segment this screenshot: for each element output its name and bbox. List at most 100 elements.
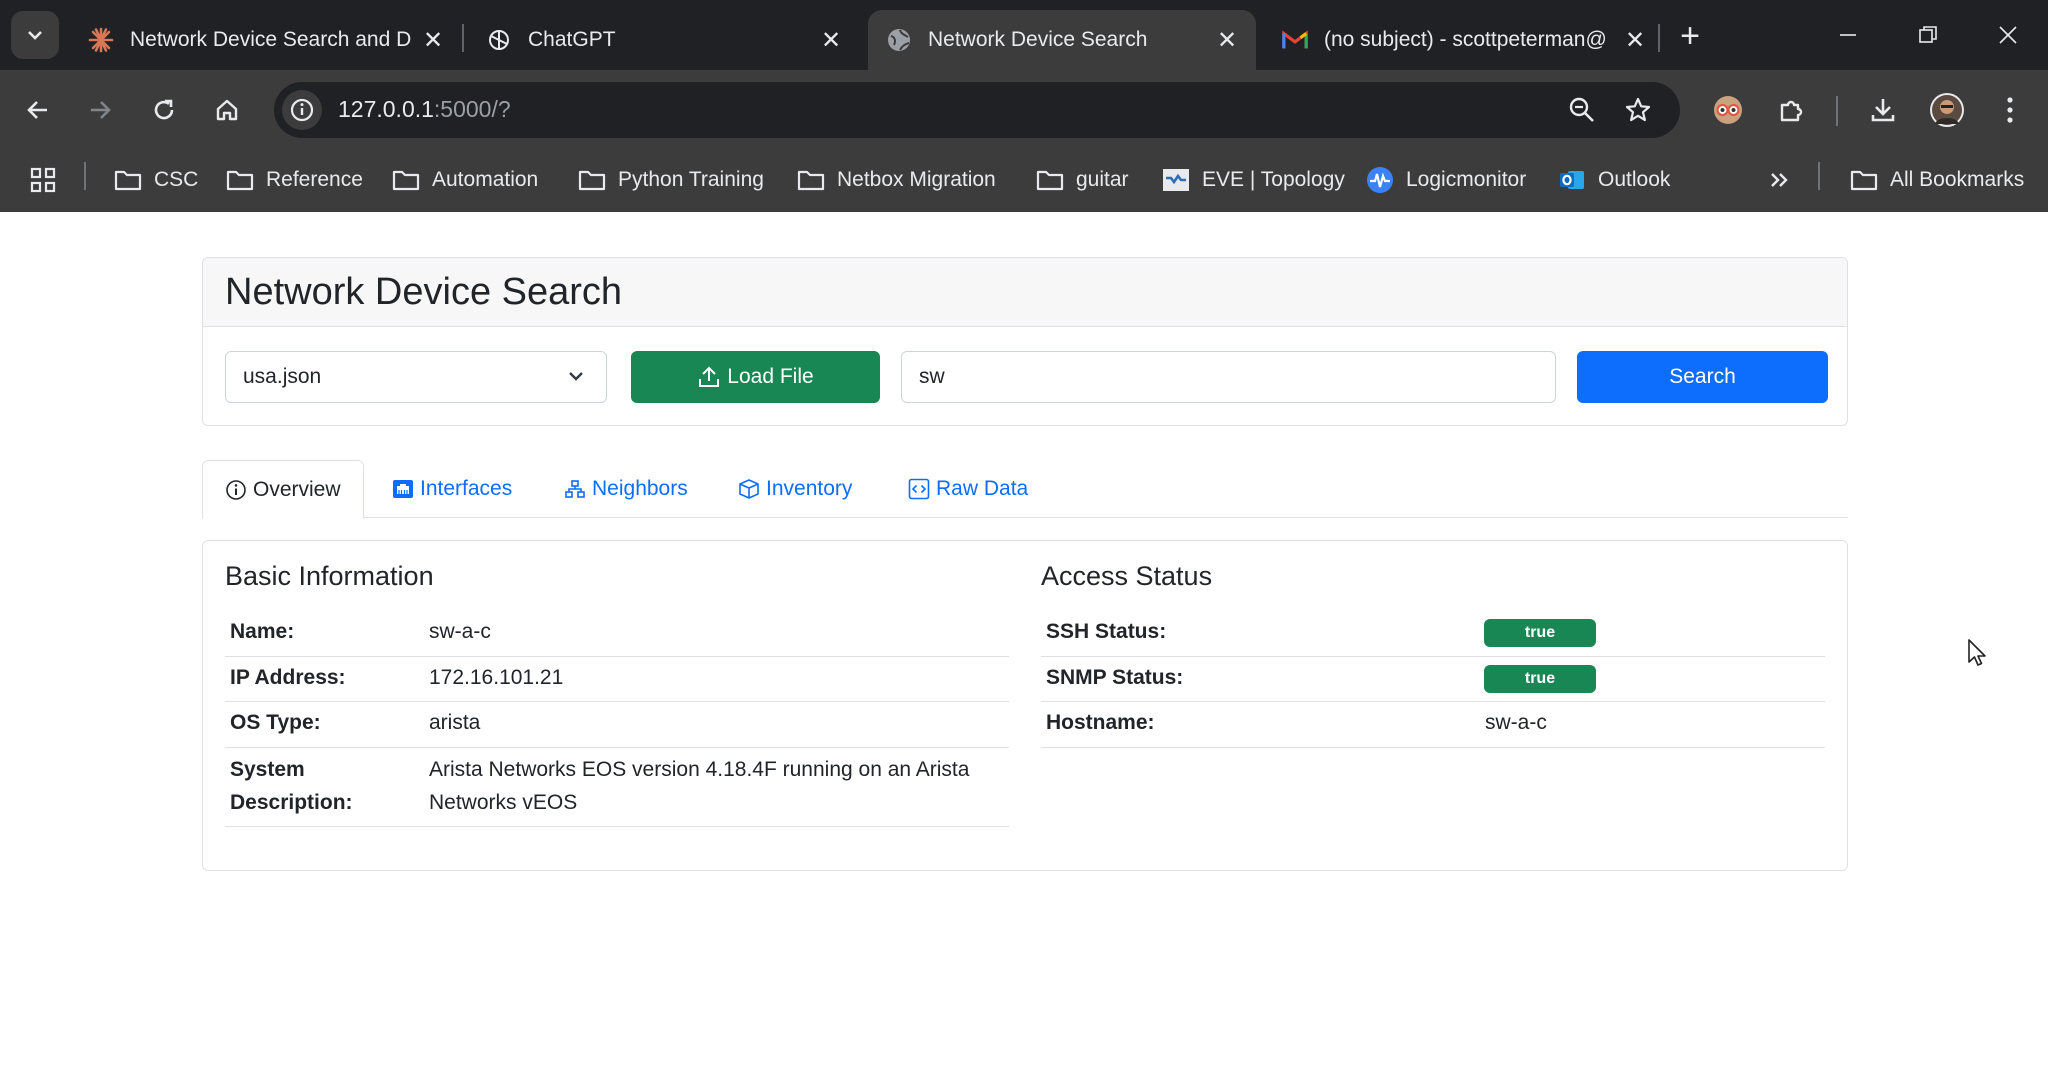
tab-label: Raw Data — [936, 477, 1029, 500]
tab-inventory[interactable]: Inventory — [716, 460, 874, 518]
info-label: Description: — [230, 791, 353, 814]
close-icon — [1999, 26, 2017, 44]
ethernet-icon — [393, 480, 413, 498]
forward-button[interactable] — [76, 86, 124, 134]
download-icon — [1871, 99, 1895, 122]
tab-label: Overview — [253, 477, 341, 501]
tab-raw-data[interactable]: Raw Data — [886, 460, 1050, 518]
tab-title: (no subject) - scottpeterman@ — [1324, 28, 1607, 51]
tab-title: Network Device Search — [928, 28, 1148, 51]
tab-interfaces[interactable]: Interfaces — [370, 460, 534, 518]
tab-title: Network Device Search and D — [130, 28, 412, 51]
bookmarks-divider — [1818, 162, 1820, 190]
bookmark-logicmonitor[interactable]: Logicmonitor — [1366, 164, 1526, 196]
info-label: IP Address: — [230, 666, 346, 689]
folder-icon — [392, 168, 420, 192]
load-file-label: Load File — [727, 365, 814, 388]
browser-tab-2[interactable]: ChatGPT ✕ — [468, 10, 860, 70]
bookmark-python-training[interactable]: Python Training — [578, 164, 764, 196]
bookmark-automation[interactable]: Automation — [392, 164, 538, 196]
status-label: Hostname: — [1046, 711, 1155, 734]
minimize-button[interactable] — [1818, 10, 1878, 60]
bookmark-outlook[interactable]: Outlook — [1558, 164, 1670, 196]
extensions-button[interactable] — [1767, 86, 1815, 134]
folder-icon — [578, 168, 606, 192]
bookmark-label: guitar — [1076, 168, 1129, 191]
bookmarks-divider — [84, 162, 86, 190]
info-value: arista — [429, 711, 481, 734]
close-icon[interactable]: ✕ — [418, 25, 448, 55]
home-button[interactable] — [203, 86, 251, 134]
zoom-icon[interactable] — [1564, 92, 1600, 128]
window-close-button[interactable] — [1978, 10, 2038, 60]
back-button[interactable] — [14, 86, 62, 134]
apps-grid-icon — [30, 167, 56, 193]
restore-button[interactable] — [1898, 10, 1958, 60]
bookmark-netbox-migration[interactable]: Netbox Migration — [797, 164, 996, 196]
new-tab-button[interactable]: + — [1672, 17, 1708, 55]
info-label: System — [230, 758, 305, 781]
diagram-icon — [565, 480, 585, 498]
info-icon — [226, 479, 246, 500]
tab-divider — [462, 24, 464, 52]
bookmark-csc[interactable]: CSC — [114, 164, 198, 196]
bookmark-label: CSC — [154, 168, 199, 191]
more-bookmarks-button[interactable] — [1768, 164, 1790, 196]
tab-search-button[interactable] — [11, 11, 59, 59]
all-bookmarks-label: All Bookmarks — [1890, 168, 2025, 191]
url-host: 127.0.0.1 — [338, 96, 434, 122]
gmail-icon — [1282, 27, 1308, 53]
page-title: Network Device Search — [225, 271, 623, 313]
info-value: Networks vEOS — [429, 791, 578, 814]
bookmark-label: Outlook — [1598, 168, 1671, 191]
profile-button[interactable] — [1923, 86, 1971, 134]
all-bookmarks-button[interactable]: All Bookmarks — [1850, 164, 2024, 196]
info-label: OS Type: — [230, 711, 321, 734]
detail-tabs: Overview Interfaces Neighbors Inventory … — [202, 460, 1848, 519]
bookmark-eve-topology[interactable]: EVE | Topology — [1162, 164, 1345, 196]
search-input[interactable]: sw — [901, 351, 1556, 403]
extension-glasses-button[interactable] — [1704, 86, 1752, 134]
bookmark-guitar[interactable]: guitar — [1036, 164, 1129, 196]
load-file-button[interactable]: Load File — [631, 351, 880, 403]
double-chevron-right-icon — [1771, 173, 1788, 187]
browser-tab-3-active[interactable]: Network Device Search ✕ — [868, 10, 1256, 70]
status-label: SSH Status: — [1046, 620, 1167, 643]
browser-tabstrip: Network Device Search and D ✕ ChatGPT ✕ … — [0, 0, 2048, 70]
menu-button[interactable] — [1986, 86, 2034, 134]
basic-info-title: Basic Information — [225, 561, 434, 591]
close-icon[interactable]: ✕ — [1620, 25, 1650, 55]
tab-label: Interfaces — [420, 477, 513, 500]
logicmonitor-icon — [1366, 167, 1394, 193]
file-select[interactable]: usa.json — [225, 351, 607, 403]
reload-icon — [154, 99, 174, 120]
reload-button[interactable] — [140, 86, 188, 134]
browser-tab-4[interactable]: (no subject) - scottpeterman@ ✕ — [1264, 10, 1664, 70]
tab-overview[interactable]: Overview — [202, 460, 364, 519]
browser-tab-1[interactable]: Network Device Search and D ✕ — [70, 10, 462, 70]
search-button[interactable]: Search — [1577, 351, 1828, 403]
mouse-cursor-icon — [1968, 639, 1986, 666]
toolbar-divider — [1836, 96, 1838, 126]
tab-neighbors[interactable]: Neighbors — [542, 460, 710, 518]
bookmark-reference[interactable]: Reference — [226, 164, 363, 196]
close-icon[interactable]: ✕ — [1212, 25, 1242, 55]
tab-label: Neighbors — [592, 477, 688, 500]
info-row-description: System Description: Arista Networks EOS … — [225, 748, 1009, 827]
address-bar[interactable]: 127.0.0.1:5000/? — [274, 82, 1680, 138]
access-status-title: Access Status — [1041, 561, 1213, 591]
search-card-header: Network Device Search — [203, 258, 1847, 327]
site-info-icon[interactable] — [282, 90, 322, 130]
info-row-ip: IP Address: 172.16.101.21 — [225, 657, 1009, 702]
downloads-button[interactable] — [1859, 86, 1907, 134]
browser-toolbar: 127.0.0.1:5000/? — [0, 70, 2048, 150]
folder-icon — [114, 168, 142, 192]
bookmark-label: Python Training — [618, 168, 764, 191]
star-icon[interactable] — [1620, 92, 1656, 128]
eve-icon — [1162, 168, 1190, 192]
search-input-value: sw — [919, 365, 945, 388]
url-text[interactable]: 127.0.0.1:5000/? — [338, 96, 511, 123]
status-badge: true — [1484, 665, 1596, 693]
close-icon[interactable]: ✕ — [816, 25, 846, 55]
apps-button[interactable] — [30, 164, 56, 196]
